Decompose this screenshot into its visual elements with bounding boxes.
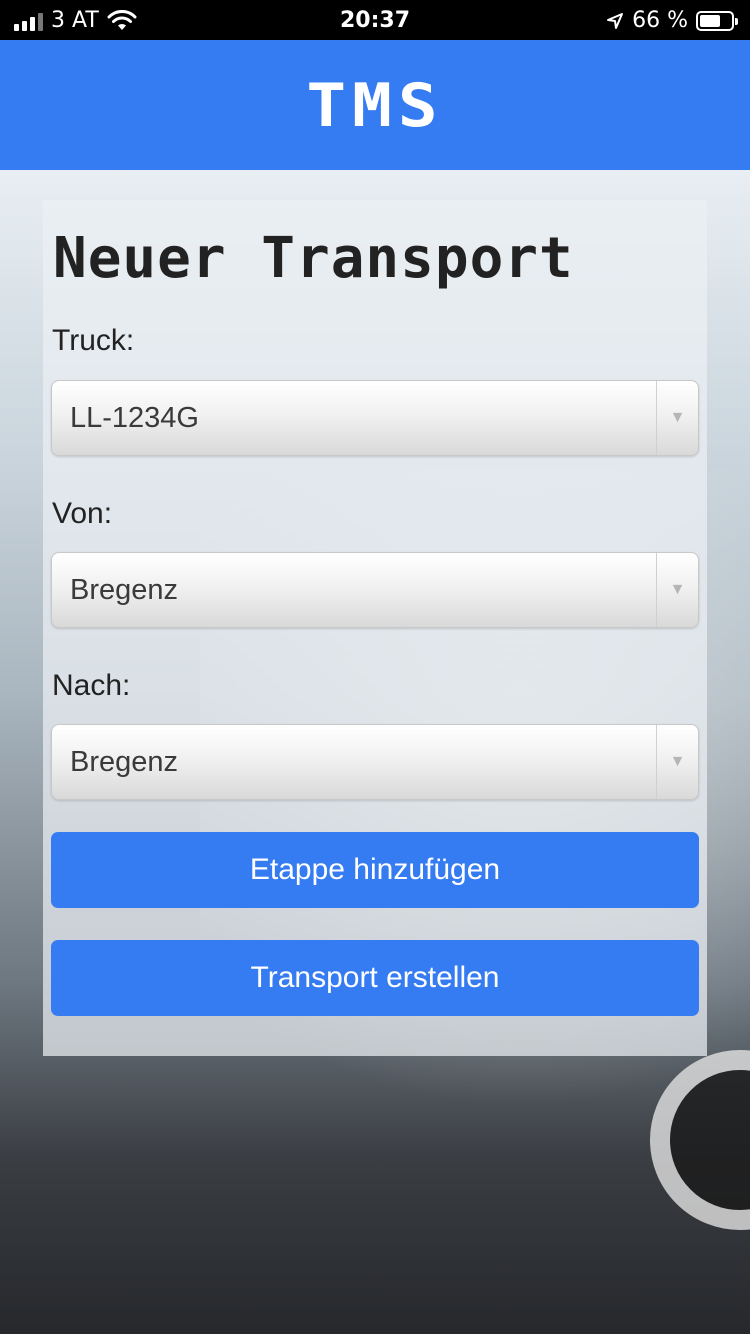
- from-label: Von:: [52, 497, 113, 530]
- from-select-value: Bregenz: [70, 574, 179, 606]
- battery-percent: 66 %: [632, 8, 688, 33]
- from-select[interactable]: Bregenz ▼: [51, 552, 699, 628]
- truck-select-value: LL-1234G: [70, 402, 199, 434]
- status-bar: 3 AT 20:37 66 %: [0, 0, 750, 40]
- create-transport-button[interactable]: Transport erstellen: [51, 940, 699, 1016]
- chevron-down-icon: ▼: [656, 725, 698, 799]
- add-stage-button[interactable]: Etappe hinzufügen: [51, 832, 699, 908]
- app-logo-title: TMS: [306, 70, 444, 140]
- truck-select[interactable]: LL-1234G ▼: [51, 380, 699, 456]
- to-select[interactable]: Bregenz ▼: [51, 724, 699, 800]
- to-label: Nach:: [52, 669, 131, 702]
- location-arrow-icon: [607, 12, 624, 29]
- battery-icon: [696, 10, 738, 31]
- new-transport-form: Neuer Transport Truck: LL-1234G ▼ Von: B…: [43, 200, 707, 1056]
- status-right: 66 %: [606, 8, 738, 33]
- chevron-down-icon: ▼: [656, 381, 698, 455]
- form-title: Neuer Transport: [53, 226, 574, 291]
- to-select-value: Bregenz: [70, 746, 179, 778]
- chevron-down-icon: ▼: [656, 553, 698, 627]
- truck-label: Truck:: [52, 324, 135, 357]
- app-header: TMS: [0, 40, 750, 170]
